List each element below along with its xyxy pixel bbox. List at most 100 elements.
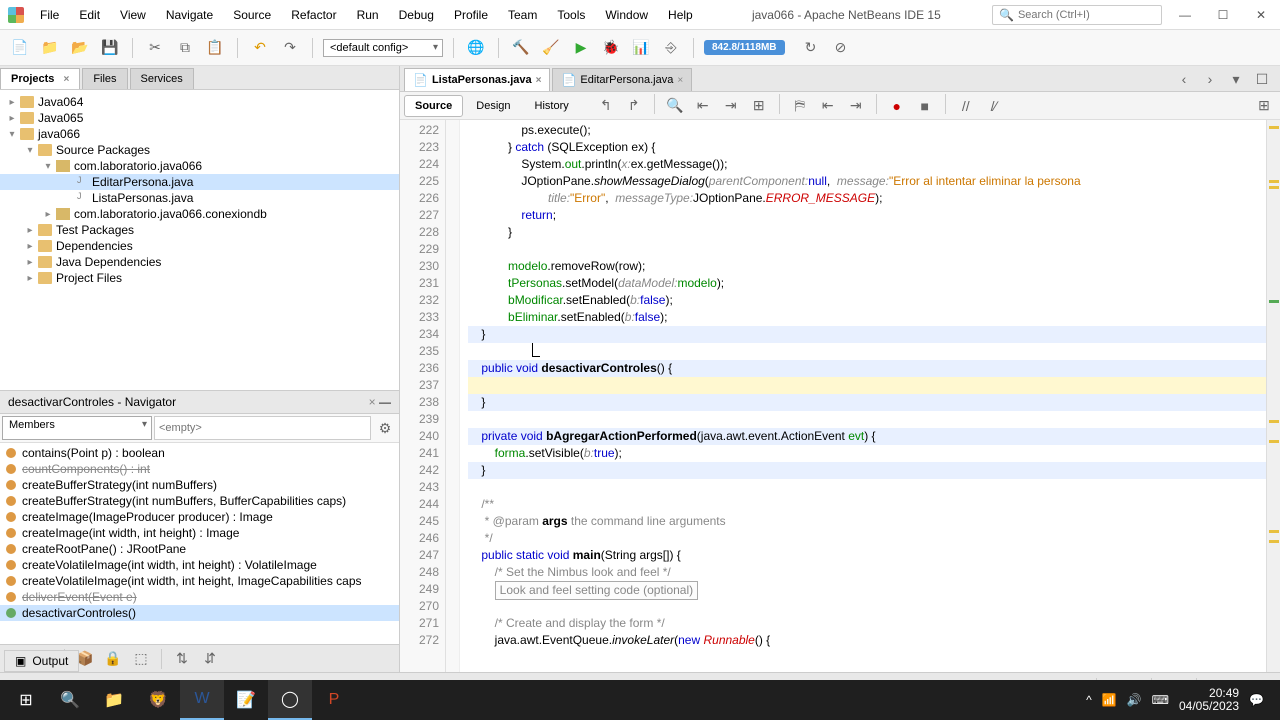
nav-tb-icon[interactable]: ⬚ <box>129 647 153 671</box>
menu-help[interactable]: Help <box>660 4 701 26</box>
powerpoint-icon[interactable]: P <box>312 680 356 720</box>
ed-split-icon[interactable]: ⊞ <box>1252 94 1276 118</box>
maximize-button[interactable]: ☐ <box>1208 5 1238 25</box>
editor-tab[interactable]: 📄ListaPersonas.java × <box>404 68 550 91</box>
search-input[interactable] <box>1018 9 1160 21</box>
navigator-item[interactable]: desactivarControles() <box>0 605 399 621</box>
navigator-item[interactable]: createImage(ImageProducer producer) : Im… <box>0 509 399 525</box>
menu-profile[interactable]: Profile <box>446 4 496 26</box>
menu-navigate[interactable]: Navigate <box>158 4 221 26</box>
ed-toggle-icon[interactable]: ⊞ <box>747 94 771 118</box>
tray-clock[interactable]: 20:49 04/05/2023 <box>1179 687 1239 713</box>
copy-icon[interactable]: ⧉ <box>173 36 197 60</box>
tree-item[interactable]: ▸Project Files <box>0 270 399 286</box>
notepad-icon[interactable]: 📝 <box>224 680 268 720</box>
tree-item[interactable]: ▸Java Dependencies <box>0 254 399 270</box>
ed-prev-icon[interactable]: ⇤ <box>691 94 715 118</box>
navigator-item[interactable]: createRootPane() : JRootPane <box>0 541 399 557</box>
navigator-item[interactable]: deliverEvent(Event e) <box>0 589 399 605</box>
profile-icon[interactable]: 📊 <box>629 36 653 60</box>
tree-item[interactable]: ▾java066 <box>0 126 399 142</box>
navigator-item[interactable]: countComponents() : int <box>0 461 399 477</box>
navigator-filter-settings-icon[interactable]: ⚙ <box>373 416 397 440</box>
navigator-item[interactable]: createImage(int width, int height) : Ima… <box>0 525 399 541</box>
panel-tab-services[interactable]: Services <box>130 68 194 89</box>
ed-next-icon[interactable]: ⇥ <box>719 94 743 118</box>
projects-tree[interactable]: ▸Java064▸Java065▾java066▾Source Packages… <box>0 90 399 390</box>
tray-notifications-icon[interactable]: 💬 <box>1249 693 1264 707</box>
ed-back-icon[interactable]: ↰ <box>594 94 618 118</box>
tree-item[interactable]: EditarPersona.java <box>0 174 399 190</box>
navigator-item[interactable]: createVolatileImage(int width, int heigh… <box>0 557 399 573</box>
editor-mode-source[interactable]: Source <box>404 95 463 117</box>
tree-item[interactable]: ▸Java065 <box>0 110 399 126</box>
build-icon[interactable]: 🔨 <box>509 36 533 60</box>
save-all-icon[interactable]: 💾 <box>98 36 122 60</box>
editor-next-icon[interactable]: › <box>1198 67 1222 91</box>
menu-file[interactable]: File <box>32 4 67 26</box>
tree-item[interactable]: ▸Dependencies <box>0 238 399 254</box>
ed-fwd-icon[interactable]: ↱ <box>622 94 646 118</box>
ed-comment-icon[interactable]: // <box>954 94 978 118</box>
explorer-icon[interactable]: 📁 <box>92 680 136 720</box>
tray-volume-icon[interactable]: 🔊 <box>1127 693 1142 707</box>
editor-prev-icon[interactable]: ‹ <box>1172 67 1196 91</box>
menu-refactor[interactable]: Refactor <box>283 4 344 26</box>
output-tab[interactable]: ▣ Output <box>4 650 79 672</box>
navigator-item[interactable]: createVolatileImage(int width, int heigh… <box>0 573 399 589</box>
annotation-strip[interactable] <box>1266 120 1280 672</box>
ed-shift-left-icon[interactable]: ⇤ <box>816 94 840 118</box>
paste-icon[interactable]: 📋 <box>203 36 227 60</box>
start-button[interactable]: ⊞ <box>4 680 48 720</box>
menu-edit[interactable]: Edit <box>71 4 108 26</box>
menu-debug[interactable]: Debug <box>391 4 442 26</box>
debug-icon[interactable]: 🐞 <box>599 36 623 60</box>
panel-tab-files[interactable]: Files <box>82 68 127 89</box>
menu-source[interactable]: Source <box>225 4 279 26</box>
netbeans-taskbar-icon[interactable]: ◯ <box>268 680 312 720</box>
tree-item[interactable]: ▾com.laboratorio.java066 <box>0 158 399 174</box>
config-combo[interactable]: <default config> <box>323 39 443 57</box>
sync-icon[interactable]: ↻ <box>799 36 823 60</box>
undo-icon[interactable]: ↶ <box>248 36 272 60</box>
editor-max-icon[interactable]: ☐ <box>1250 67 1274 91</box>
tree-item[interactable]: ▾Source Packages <box>0 142 399 158</box>
editor-mode-design[interactable]: Design <box>465 95 521 117</box>
new-project-icon[interactable]: 📁 <box>38 36 62 60</box>
new-file-icon[interactable]: 📄 <box>8 36 32 60</box>
editor-mode-history[interactable]: History <box>524 95 580 117</box>
tray-chevron-icon[interactable]: ^ <box>1086 693 1092 707</box>
ed-uncomment-icon[interactable]: /∕ <box>982 94 1006 118</box>
navigator-list[interactable]: contains(Point p) : booleancountComponen… <box>0 443 399 644</box>
menu-tools[interactable]: Tools <box>549 4 593 26</box>
tree-item[interactable]: ▸Test Packages <box>0 222 399 238</box>
clean-build-icon[interactable]: 🧹 <box>539 36 563 60</box>
menu-window[interactable]: Window <box>597 4 656 26</box>
open-icon[interactable]: 📂 <box>68 36 92 60</box>
tray-lang-icon[interactable]: ⌨ <box>1152 693 1169 707</box>
editor-list-icon[interactable]: ▾ <box>1224 67 1248 91</box>
tree-item[interactable]: ▸com.laboratorio.java066.conexiondb <box>0 206 399 222</box>
nav-tb-icon[interactable]: ⇵ <box>198 647 222 671</box>
attach-icon[interactable]: ⎆ <box>659 36 683 60</box>
ed-macro-rec-icon[interactable]: ● <box>885 94 909 118</box>
close-button[interactable]: ✕ <box>1246 5 1276 25</box>
panel-tab-projects[interactable]: Projects × <box>0 68 80 89</box>
menu-team[interactable]: Team <box>500 4 545 26</box>
run-icon[interactable]: ▶ <box>569 36 593 60</box>
navigator-min-icon[interactable]: — <box>379 395 391 409</box>
ed-find-icon[interactable]: 🔍 <box>663 94 687 118</box>
globe-icon[interactable]: 🌐 <box>464 36 488 60</box>
navigator-item[interactable]: createBufferStrategy(int numBuffers, Buf… <box>0 493 399 509</box>
tray-network-icon[interactable]: 📶 <box>1102 693 1117 707</box>
editor-tab[interactable]: 📄EditarPersona.java × <box>552 68 692 91</box>
global-search[interactable]: 🔍 <box>992 5 1162 25</box>
memory-badge[interactable]: 842.8/1118MB <box>704 40 785 55</box>
navigator-filter-input[interactable] <box>154 416 371 440</box>
navigator-close-icon[interactable]: × <box>369 395 376 409</box>
sync-stop-icon[interactable]: ⊘ <box>829 36 853 60</box>
search-taskbar-icon[interactable]: 🔍 <box>48 680 92 720</box>
code-area[interactable]: ps.execute(); } catch (SQLException ex) … <box>460 120 1266 672</box>
word-icon[interactable]: W <box>180 680 224 720</box>
ed-macro-stop-icon[interactable]: ■ <box>913 94 937 118</box>
